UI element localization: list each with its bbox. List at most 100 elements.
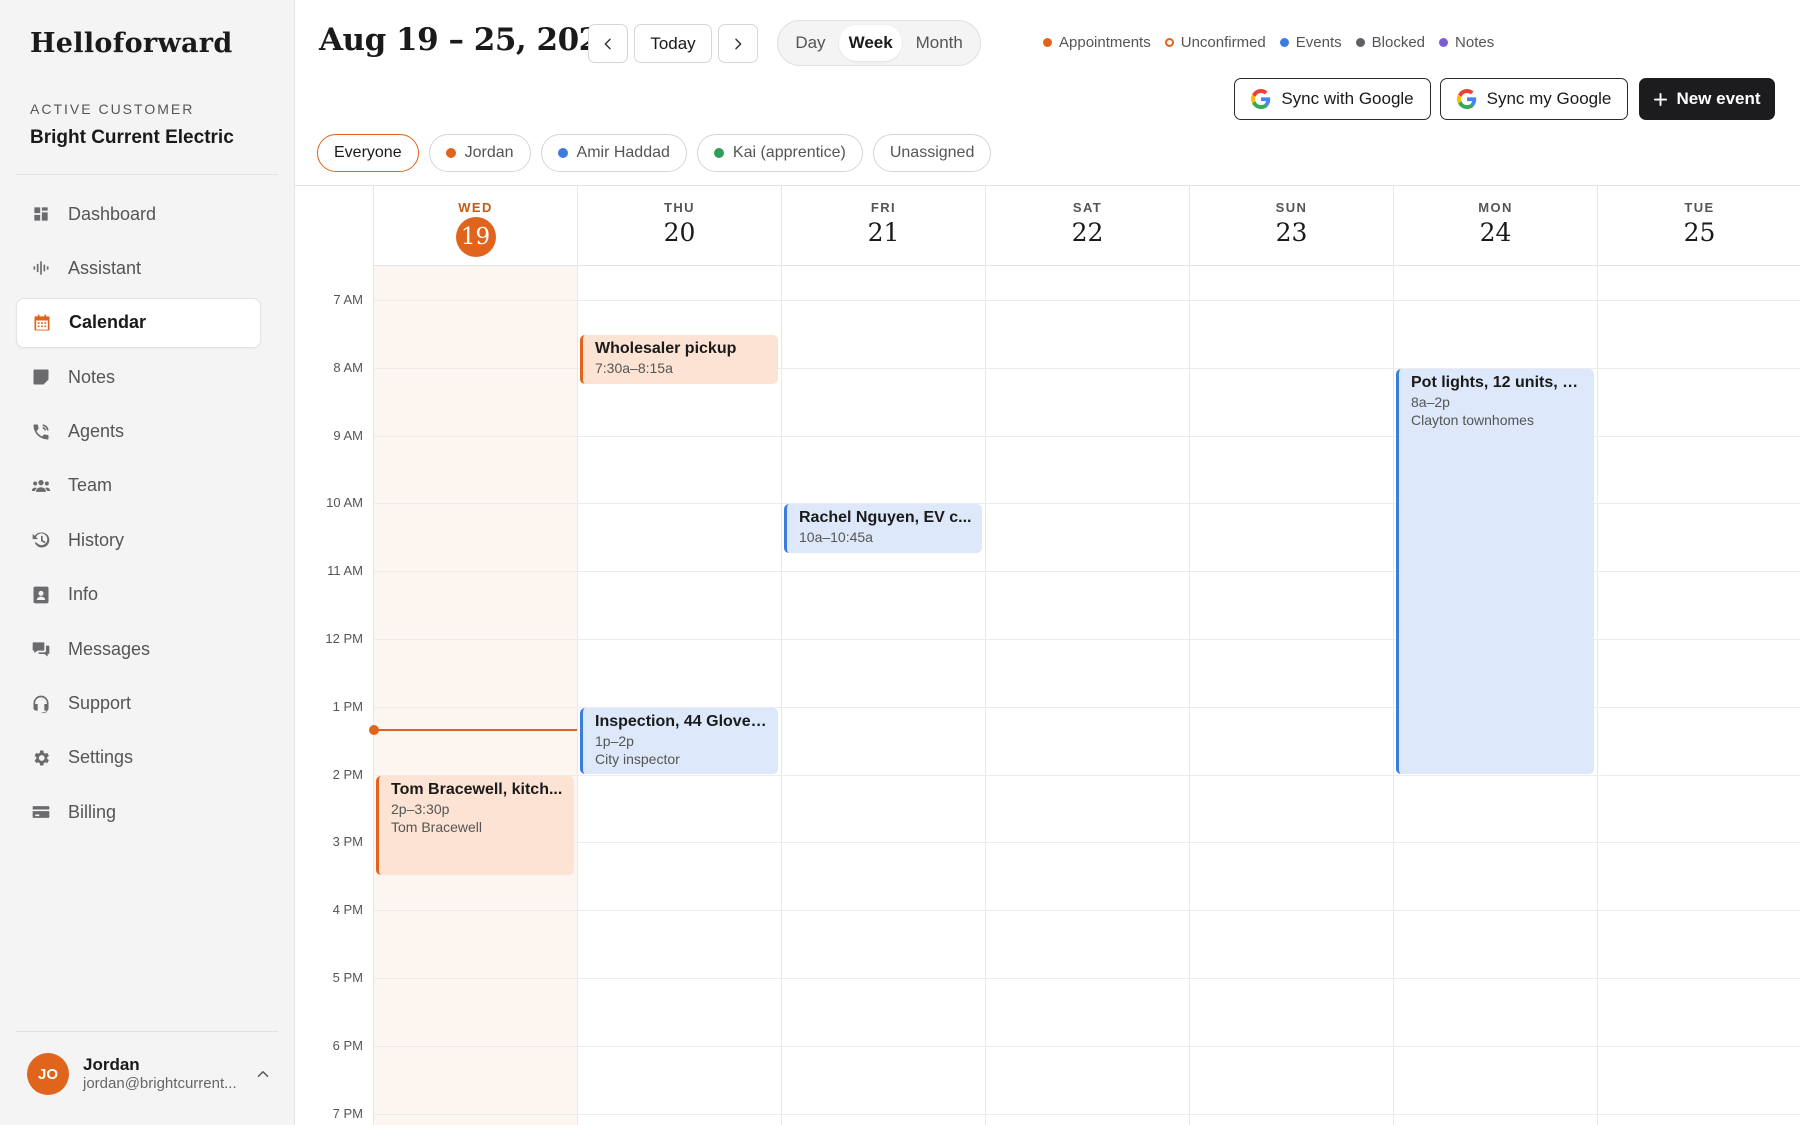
sidebar-item-calendar[interactable]: Calendar	[16, 297, 261, 348]
time-label: 5 PM	[332, 970, 363, 985]
avatar: JO	[27, 1053, 69, 1095]
sidebar-item-support[interactable]: Support	[16, 679, 261, 729]
view-day-tab[interactable]: Day	[782, 25, 839, 61]
time-label: 9 AM	[333, 427, 363, 443]
user-menu[interactable]: JO Jordan jordan@brightcurrent...	[27, 1053, 272, 1095]
legend-item-blocked: Blocked	[1355, 34, 1425, 51]
sync-my-google-button[interactable]: Sync my Google	[1440, 78, 1628, 120]
team-filters: Everyone Jordan Amir Haddad Kai (apprentice…	[317, 134, 992, 172]
calendar-icon	[31, 312, 53, 334]
sidebar-item-info[interactable]: Info	[16, 570, 261, 620]
day-headers: WED 19 THU 20 FRI 21 SAT 22 SUN 23 MON 24 TUE 25	[373, 186, 1800, 266]
day-header-number: 21	[867, 218, 900, 247]
time-label: 4 PM	[332, 902, 363, 918]
sidebar-item-label: Settings	[68, 747, 134, 768]
chevron-right-icon	[735, 38, 742, 49]
sidebar-item-settings[interactable]: Settings	[16, 733, 261, 783]
legend-label: Events	[1295, 34, 1342, 51]
sidebar-item-label: Calendar	[69, 312, 147, 333]
day-header-fri[interactable]: FRI 21	[781, 186, 985, 266]
day-header-name: TUE	[1684, 200, 1715, 215]
event-time: 1p–2p	[595, 732, 634, 749]
day-column-wed[interactable]	[373, 266, 577, 1125]
day-column-thu[interactable]	[577, 266, 781, 1125]
calendar-event[interactable]: Inspection, 44 Glover... 1p–2p City inspec…	[580, 707, 778, 774]
event-subtitle: City inspector	[595, 750, 680, 767]
day-column-fri[interactable]	[781, 266, 985, 1125]
previous-week-button[interactable]	[588, 24, 628, 63]
sidebar-item-assistant[interactable]: Assistant	[16, 243, 261, 293]
sync-with-google-button[interactable]: Sync with Google	[1234, 78, 1431, 120]
sidebar-item-history[interactable]: History	[16, 515, 261, 565]
time-label: 12 PM	[325, 631, 363, 646]
brand-logo[interactable]: Helloforward	[30, 28, 233, 59]
day-column-sun[interactable]	[1189, 266, 1393, 1125]
day-column-tue[interactable]	[1597, 266, 1800, 1125]
event-title: Wholesaler pickup	[595, 339, 737, 357]
sidebar-nav: Dashboard Assistant Calendar Notes Agents Tea…	[16, 189, 261, 842]
day-header-thu[interactable]: THU 20	[577, 186, 781, 266]
headset-icon	[30, 693, 52, 715]
legend-dot	[1439, 38, 1449, 47]
user-info: Jordan jordan@brightcurrent...	[83, 1054, 237, 1094]
sidebar-item-label: Billing	[68, 801, 117, 822]
legend-dot	[1355, 38, 1365, 47]
sidebar-item-label: Agents	[68, 421, 125, 442]
legend-item-appointments: Appointments	[1043, 34, 1151, 51]
sidebar-item-label: Notes	[68, 366, 116, 387]
user-email: jordan@brightcurrent...	[83, 1075, 237, 1093]
calendar-event[interactable]: Wholesaler pickup 7:30a–8:15a	[580, 334, 778, 384]
view-month-tab[interactable]: Month	[902, 25, 976, 61]
view-week-tab[interactable]: Week	[838, 25, 903, 61]
calendar-event[interactable]: Tom Bracewell, kitch... 2p–3:30p Tom Brace…	[376, 775, 574, 876]
calendar-legend: Appointments Unconfirmed Events Blocked Note…	[1043, 34, 1494, 51]
day-header-name: SAT	[1072, 200, 1103, 215]
event-title: Inspection, 44 Glover...	[595, 712, 768, 730]
sidebar-item-billing[interactable]: Billing	[16, 787, 261, 837]
sidebar-item-messages[interactable]: Messages	[16, 624, 261, 674]
day-header-sun[interactable]: SUN 23	[1189, 186, 1393, 266]
new-event-button[interactable]: New event	[1639, 78, 1775, 120]
calendar-event[interactable]: Rachel Nguyen, EV c... 10a–10:45a	[784, 504, 982, 554]
legend-dot	[1279, 38, 1289, 47]
day-header-sat[interactable]: SAT 22	[985, 186, 1189, 266]
day-header-mon[interactable]: MON 24	[1393, 186, 1597, 266]
day-header-tue[interactable]: TUE 25	[1597, 186, 1800, 266]
filter-chip-unassigned[interactable]: Unassigned	[872, 134, 992, 172]
phone-icon	[30, 421, 52, 443]
filter-chip-everyone[interactable]: Everyone	[317, 134, 419, 172]
history-icon	[30, 529, 52, 551]
filter-chip-amir-haddad[interactable]: Amir Haddad	[540, 134, 687, 172]
time-label: 1 PM	[332, 698, 363, 714]
sidebar-item-team[interactable]: Team	[16, 461, 261, 511]
sidebar-item-notes[interactable]: Notes	[16, 352, 261, 402]
waveform-icon	[30, 257, 52, 279]
sidebar-item-agents[interactable]: Agents	[16, 407, 261, 457]
time-label: 8 AM	[333, 359, 363, 375]
sidebar-item-dashboard[interactable]: Dashboard	[16, 189, 261, 239]
next-week-button[interactable]	[718, 24, 758, 63]
legend-item-events: Events	[1279, 34, 1342, 51]
filter-chip-label: Unassigned	[889, 144, 975, 161]
hour-gridline	[373, 774, 1800, 776]
chevron-up-icon[interactable]	[254, 1065, 272, 1083]
sidebar-item-label: Assistant	[68, 257, 142, 278]
filter-chip-label: Kai (apprentice)	[732, 144, 846, 161]
filter-color-dot	[557, 148, 568, 158]
today-button[interactable]: Today	[634, 24, 712, 63]
filter-chip-jordan[interactable]: Jordan	[428, 134, 531, 172]
legend-dot	[1164, 38, 1174, 47]
contact-card-icon	[30, 584, 52, 606]
time-label: 10 AM	[326, 495, 363, 511]
day-header-wed[interactable]: WED 19	[373, 186, 577, 266]
view-toggle: Day Week Month	[777, 20, 981, 66]
day-column-sat[interactable]	[985, 266, 1189, 1125]
hour-gridline	[373, 1113, 1800, 1115]
event-time: 8a–2p	[1411, 393, 1450, 410]
day-header-name: THU	[664, 200, 695, 215]
calendar-event[interactable]: Pot lights, 12 units, Cl... 8a–2p Clayton …	[1396, 368, 1594, 774]
day-header-number: 23	[1275, 218, 1308, 247]
date-range-title: Aug 19 – 25, 2026	[319, 22, 621, 58]
filter-chip-kai-apprentice[interactable]: Kai (apprentice)	[696, 134, 863, 172]
active-customer-name[interactable]: Bright Current Electric	[30, 127, 234, 149]
